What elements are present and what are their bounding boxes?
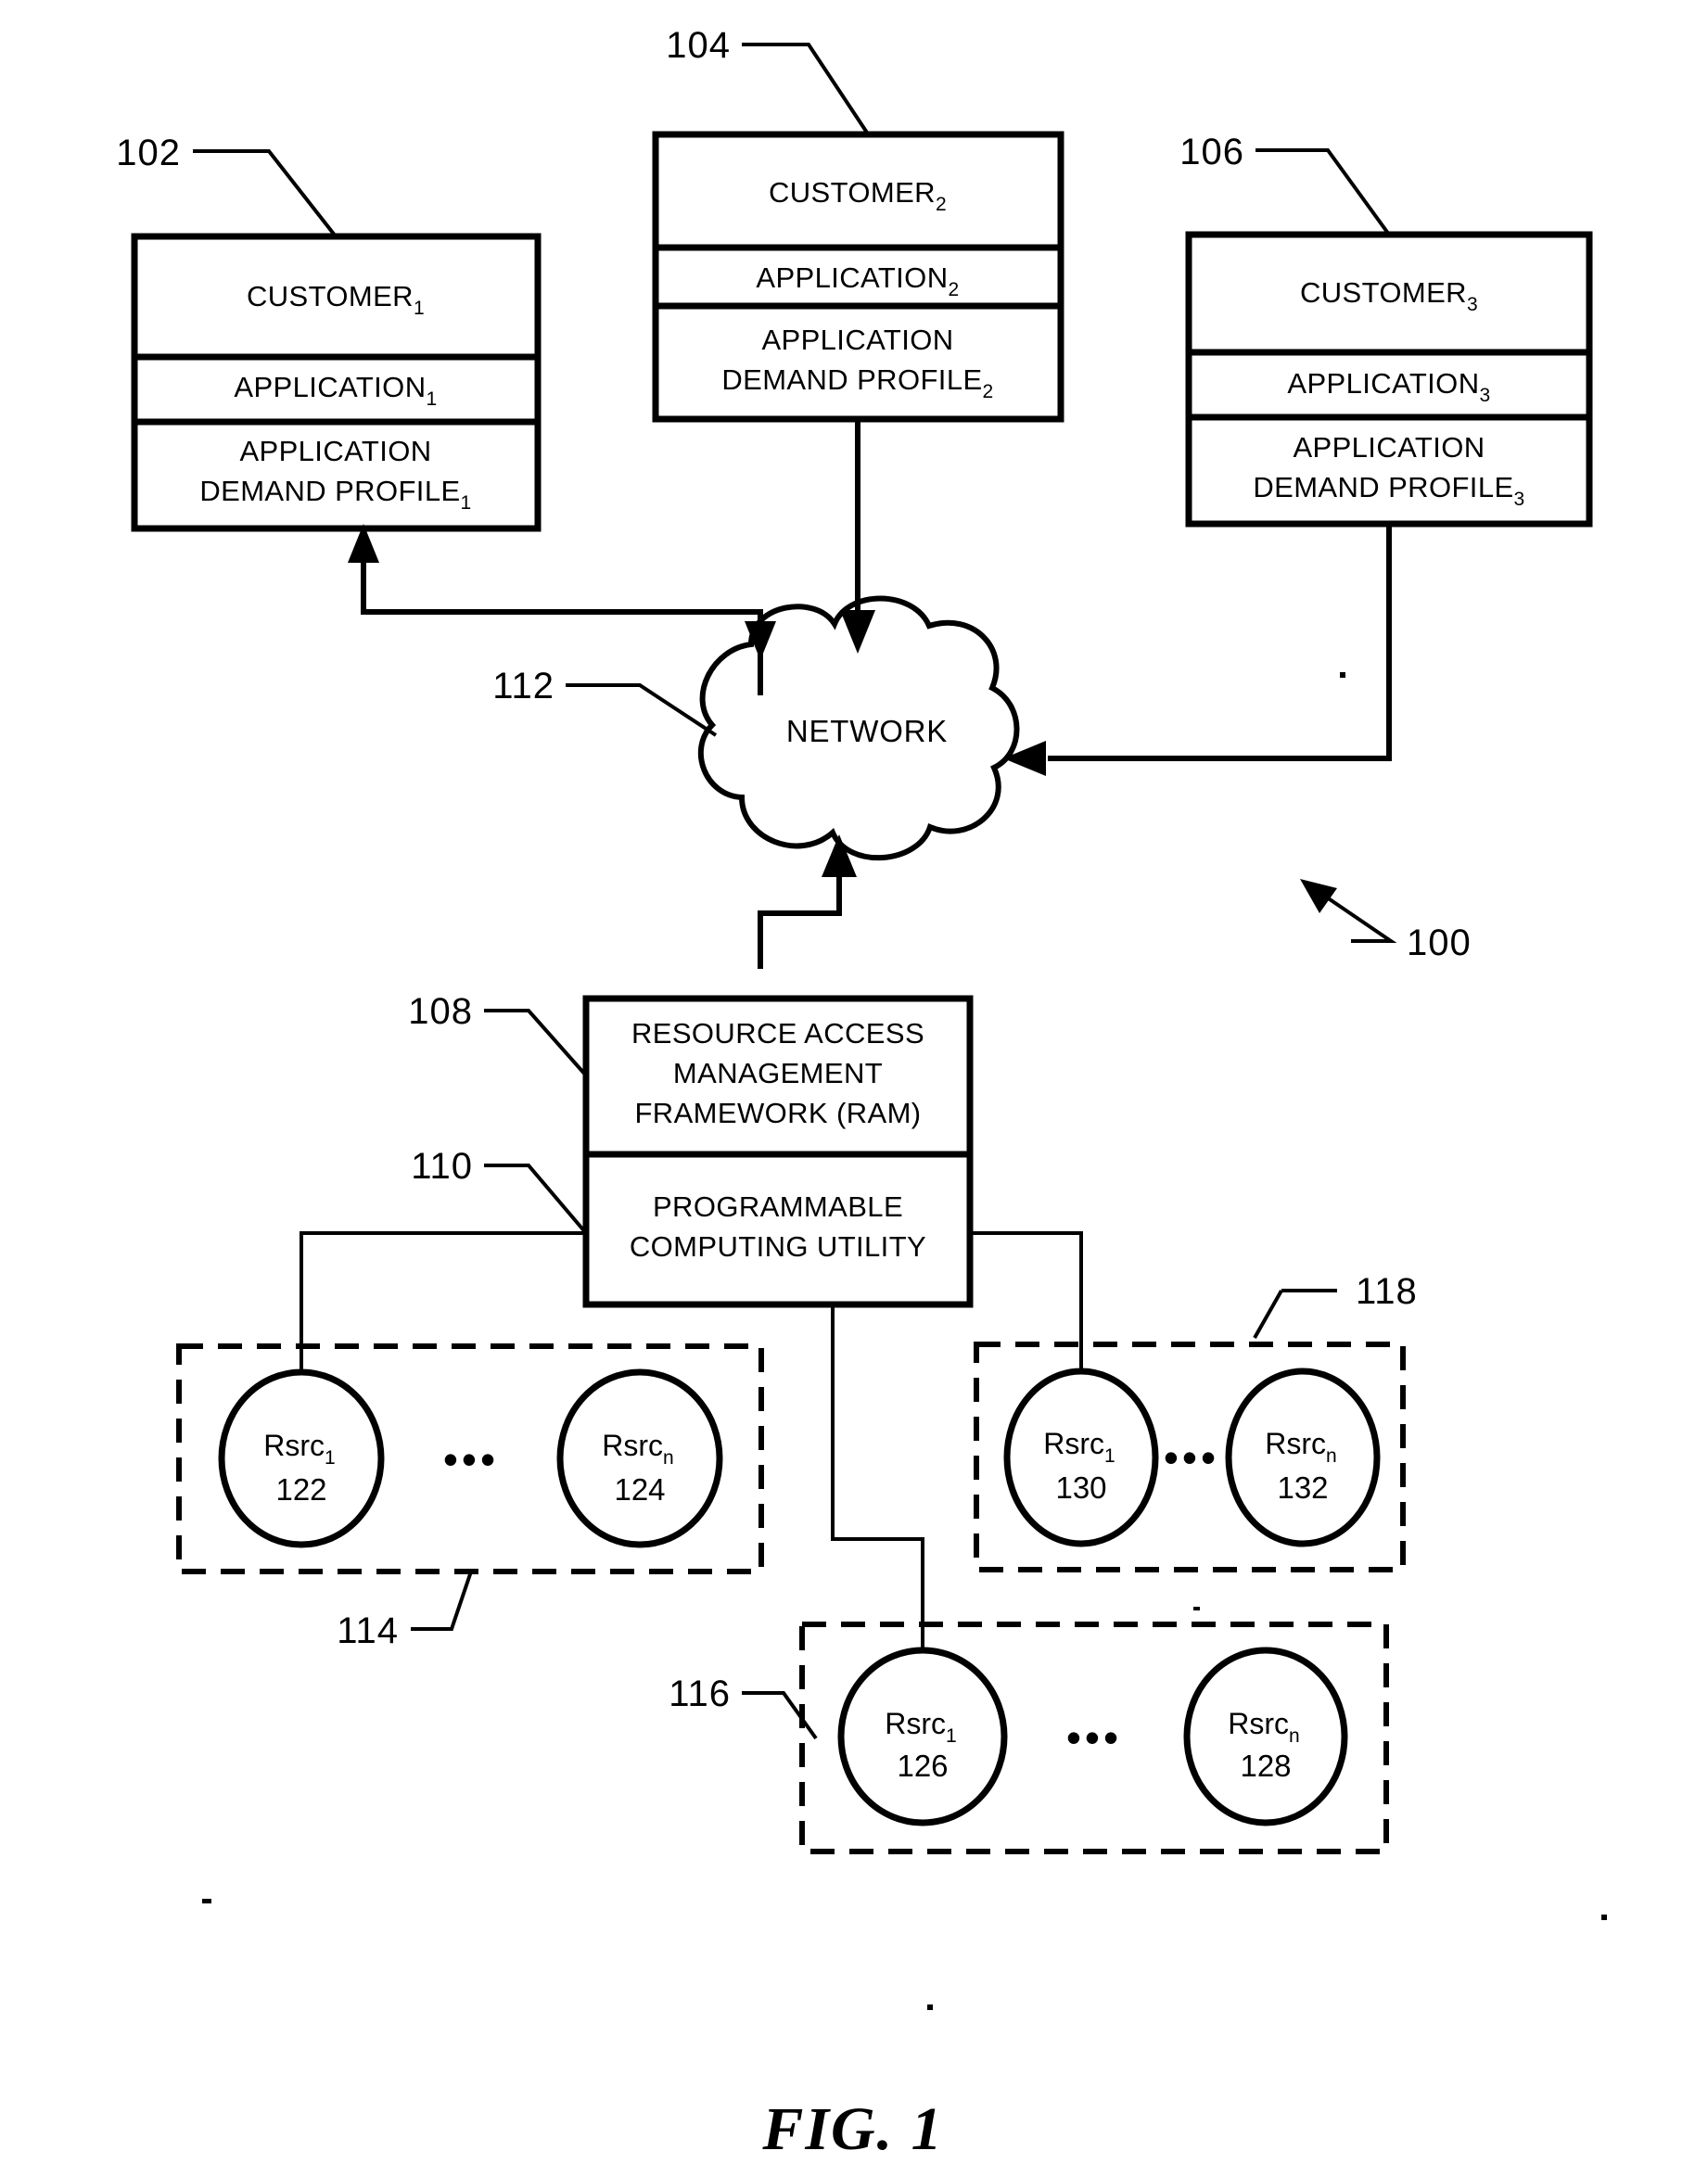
- system-100-arrowhead: [1300, 879, 1337, 913]
- resource-group-118-ellipsis: •••: [1164, 1433, 1219, 1482]
- customer-2-ref: 104: [666, 25, 731, 66]
- resource-group-118-leader-line: [1253, 1289, 1337, 1339]
- ram-to-network-line: [758, 876, 842, 969]
- customer-3-profile-line1: APPLICATION: [1293, 431, 1485, 464]
- network-to-customer-1-line: [361, 547, 763, 695]
- network-ref: 112: [492, 666, 554, 706]
- resource-126-number: 126: [897, 1749, 948, 1783]
- resource-group-114-leader-line: [411, 1571, 473, 1631]
- customer-3-leader-line: [1256, 148, 1391, 236]
- ram-line-2: MANAGEMENT: [673, 1057, 883, 1089]
- resource-group-114: Rsrc1 122 ••• Rsrcn 124 114: [176, 1343, 764, 1651]
- resource-132-number: 132: [1277, 1470, 1328, 1505]
- ram-leader-line: [484, 1009, 588, 1077]
- customer-3-to-network-line: [1048, 524, 1392, 761]
- resource-128-number: 128: [1240, 1749, 1291, 1783]
- customer-3-ref: 106: [1179, 132, 1244, 172]
- ram-block: RESOURCE ACCESS MANAGEMENT FRAMEWORK (RA…: [408, 991, 974, 1308]
- customer-1-profile-line1: APPLICATION: [239, 435, 431, 467]
- pcu-to-group-116-line: [831, 1304, 924, 1669]
- pcu-line-2: COMPUTING UTILITY: [630, 1230, 926, 1263]
- patent-figure-1: CUSTOMER1 APPLICATION1 APPLICATION DEMAN…: [0, 0, 1708, 2176]
- ram-line-1: RESOURCE ACCESS: [631, 1017, 924, 1050]
- customer-2-block: CUSTOMER2 APPLICATION2 APPLICATION DEMAN…: [652, 25, 1064, 423]
- pcu-to-group-114-line: [300, 1231, 586, 1391]
- customer-3-block: CUSTOMER3 APPLICATION3 APPLICATION DEMAN…: [1179, 132, 1593, 528]
- resource-group-114-ref: 114: [337, 1610, 399, 1651]
- resource-124-number: 124: [614, 1472, 665, 1507]
- pcu-leader-line: [484, 1164, 588, 1235]
- artifact-dot-3: [202, 1899, 211, 1903]
- system-reference-100: 100: [1300, 879, 1472, 963]
- resource-group-116-ellipsis: •••: [1066, 1713, 1122, 1762]
- artifact-dot-4: [1601, 1915, 1607, 1920]
- resource-group-118: Rsrc1 130 ••• Rsrcn 132 118: [974, 1271, 1418, 1572]
- ram-ref: 108: [408, 991, 473, 1032]
- pcu-to-group-118-line: [970, 1231, 1083, 1391]
- resource-130-number: 130: [1055, 1470, 1106, 1505]
- artifact-dot-2: [927, 2004, 933, 2010]
- artifact-dot-1: [1340, 672, 1345, 678]
- customer-1-block: CUSTOMER1 APPLICATION1 APPLICATION DEMAN…: [116, 133, 542, 532]
- pcu-ref: 110: [411, 1146, 473, 1187]
- customer-1-leader-line: [193, 149, 338, 238]
- network-leader-line: [566, 683, 718, 737]
- figure-caption: FIG. 1: [761, 2095, 943, 2163]
- resource-122-number: 122: [275, 1472, 326, 1507]
- resource-group-118-ref: 118: [1356, 1271, 1418, 1312]
- customer-2-leader-line: [742, 43, 869, 134]
- pcu-line-1: PROGRAMMABLE: [653, 1190, 903, 1223]
- resource-group-116-ref: 116: [669, 1673, 731, 1714]
- network-label: NETWORK: [786, 714, 948, 748]
- customer-1-ref: 102: [116, 133, 181, 173]
- system-100-ref: 100: [1407, 923, 1472, 963]
- resource-group-114-ellipsis: •••: [443, 1435, 499, 1483]
- artifact-dot-5: [1193, 1607, 1200, 1610]
- resource-group-116: Rsrc1 126 ••• Rsrcn 128 116: [669, 1622, 1389, 1854]
- ram-line-3: FRAMEWORK (RAM): [634, 1097, 921, 1129]
- customer-2-profile-line1: APPLICATION: [761, 324, 953, 356]
